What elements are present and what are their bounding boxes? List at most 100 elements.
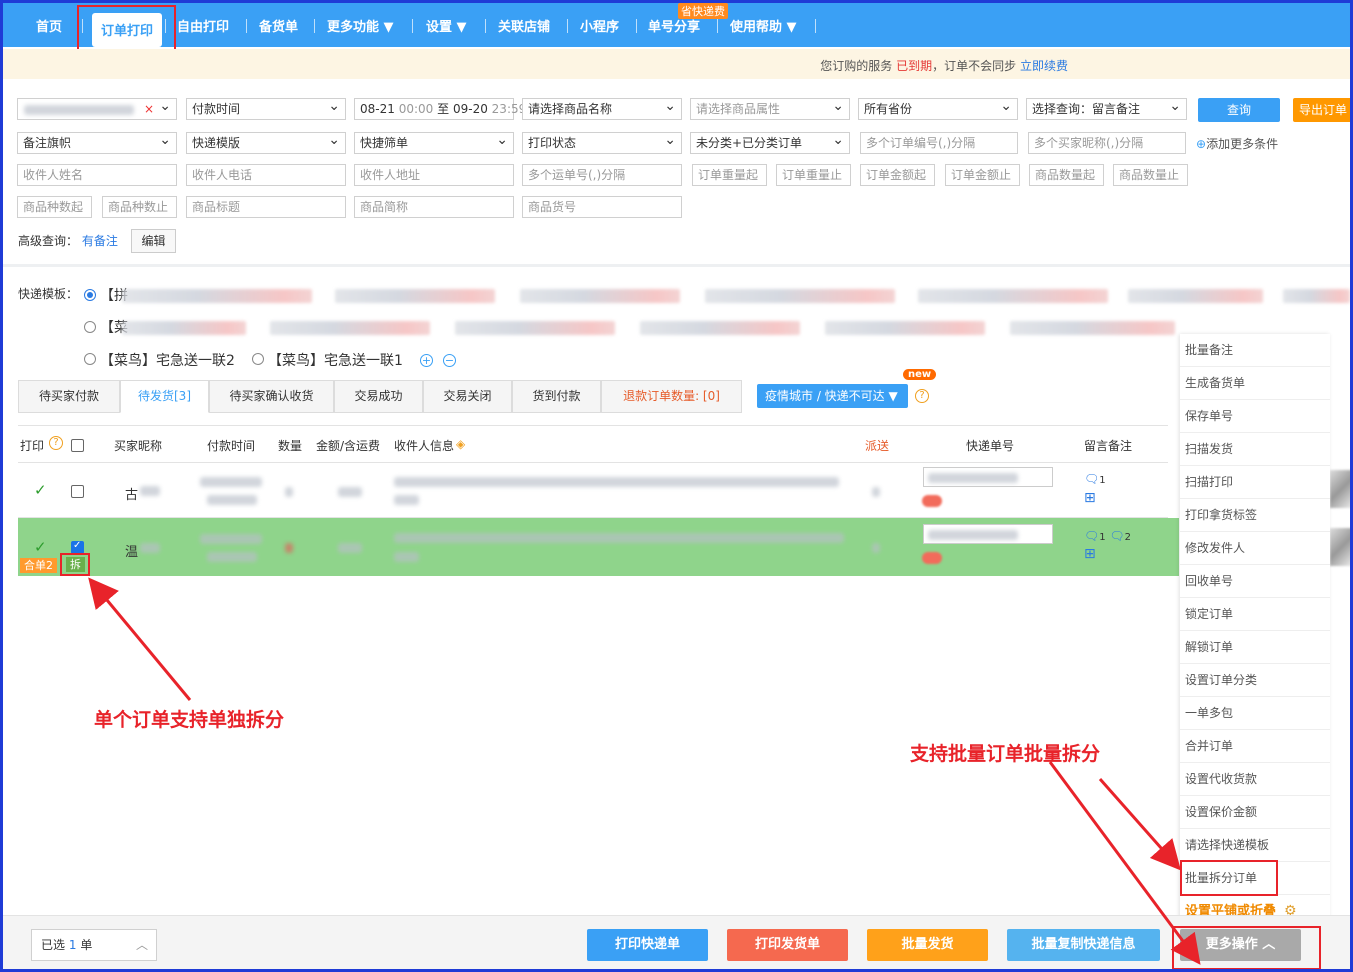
- template-option-blurred[interactable]: [270, 321, 430, 335]
- remark-flag-select[interactable]: 备注旗帜: [17, 132, 177, 154]
- advanced-edit-button[interactable]: 编辑: [131, 229, 176, 253]
- select-all-checkbox[interactable]: [71, 439, 84, 452]
- amount-from-input[interactable]: 订单金额起: [860, 164, 935, 186]
- waybill-numbers-input[interactable]: 多个运单号(,)分隔: [522, 164, 682, 186]
- receiver-address-input[interactable]: 收件人地址: [354, 164, 514, 186]
- clear-icon[interactable]: ×: [144, 99, 154, 119]
- menu-merge-orders[interactable]: 合并订单: [1180, 730, 1330, 763]
- tab-awaiting-shipment[interactable]: 待发货[3]: [120, 380, 209, 413]
- template-option-blurred[interactable]: [640, 321, 800, 335]
- menu-recycle-waybill[interactable]: 回收单号: [1180, 565, 1330, 598]
- tab-awaiting-confirmation[interactable]: 待买家确认收货: [209, 380, 334, 413]
- date-range-input[interactable]: 08-21 00:00 至 09-20 23:59: [354, 98, 526, 120]
- remark-icon[interactable]: 🗨1 🗨2: [1084, 529, 1131, 543]
- menu-set-cod[interactable]: 设置代收货款: [1180, 763, 1330, 796]
- print-help-icon[interactable]: ?: [49, 436, 63, 450]
- template-radio[interactable]: [84, 321, 96, 333]
- quantity-to-input[interactable]: 商品数量止: [1113, 164, 1188, 186]
- shop-select[interactable]: ×: [17, 98, 177, 120]
- nav-settings[interactable]: 设置 ▼: [426, 16, 467, 35]
- menu-print-pick-label[interactable]: 打印拿货标签: [1180, 499, 1330, 532]
- nav-home[interactable]: 首页: [36, 16, 62, 35]
- tab-cash-on-delivery[interactable]: 货到付款: [512, 380, 601, 413]
- nav-linked-shops[interactable]: 关联店铺: [498, 16, 550, 35]
- template-option-blurred[interactable]: [520, 289, 680, 303]
- weight-to-input[interactable]: 订单重量止: [776, 164, 851, 186]
- template-option-blurred[interactable]: [1283, 289, 1350, 303]
- template-option-blurred[interactable]: [705, 289, 895, 303]
- template-radio[interactable]: [252, 353, 264, 365]
- export-orders-button[interactable]: 导出订单: [1293, 98, 1353, 122]
- menu-lock-order[interactable]: 锁定订单: [1180, 598, 1330, 631]
- category-select[interactable]: 未分类+已分类订单: [690, 132, 850, 154]
- kinds-to-input[interactable]: 商品种数止: [102, 196, 177, 218]
- quantity-from-input[interactable]: 商品数量起: [1029, 164, 1104, 186]
- selected-count-box[interactable]: 已选 1 单 ︿: [31, 929, 157, 961]
- product-short-name-input[interactable]: 商品简称: [354, 196, 514, 218]
- row-checkbox[interactable]: [71, 485, 84, 498]
- order-ids-input[interactable]: 多个订单编号(,)分隔: [860, 132, 1018, 154]
- product-attr-select[interactable]: 请选择商品属性: [690, 98, 850, 120]
- nav-mini-program[interactable]: 小程序: [580, 16, 619, 35]
- template-radio-selected[interactable]: [84, 289, 96, 301]
- product-title-input[interactable]: 商品标题: [186, 196, 346, 218]
- nav-more-features[interactable]: 更多功能 ▼: [327, 16, 394, 35]
- amount-to-input[interactable]: 订单金额止: [945, 164, 1020, 186]
- add-more-conditions[interactable]: ⊕添加更多条件: [1196, 135, 1278, 152]
- receiver-phone-input[interactable]: 收件人电话: [186, 164, 346, 186]
- print-shipping-button[interactable]: 打印发货单: [727, 929, 848, 961]
- batch-ship-button[interactable]: 批量发货: [867, 929, 988, 961]
- more-operations-button[interactable]: 更多操作 ︿: [1180, 929, 1301, 961]
- menu-batch-remark[interactable]: 批量备注: [1180, 334, 1330, 367]
- menu-choose-template[interactable]: 请选择快递模板: [1180, 829, 1330, 862]
- express-template-select[interactable]: 快递模版: [186, 132, 346, 154]
- query-type-select[interactable]: 选择查询：留言备注: [1026, 98, 1187, 120]
- query-button[interactable]: 查询: [1198, 98, 1280, 122]
- product-name-select[interactable]: 请选择商品名称: [522, 98, 682, 120]
- menu-unlock-order[interactable]: 解锁订单: [1180, 631, 1330, 664]
- add-template-icon[interactable]: +: [420, 354, 433, 367]
- template-option-blurred[interactable]: [1010, 321, 1175, 335]
- weight-from-input[interactable]: 订单重量起: [692, 164, 767, 186]
- menu-set-insured[interactable]: 设置保价金额: [1180, 796, 1330, 829]
- template-option-blurred[interactable]: [918, 289, 1108, 303]
- remark-icon[interactable]: 🗨1: [1084, 472, 1106, 486]
- quick-filter-select[interactable]: 快捷筛单: [354, 132, 514, 154]
- advanced-query-value[interactable]: 有备注: [82, 234, 118, 248]
- template-option-blurred[interactable]: [1128, 289, 1263, 303]
- template-option-blurred[interactable]: [825, 321, 985, 335]
- menu-batch-split[interactable]: 批量拆分订单: [1180, 862, 1330, 895]
- template-radio[interactable]: [84, 353, 96, 365]
- template-option-zjs1[interactable]: 【菜鸟】宅急送一联1: [268, 350, 403, 370]
- tab-trade-success[interactable]: 交易成功: [334, 380, 423, 413]
- receiver-name-input[interactable]: 收件人姓名: [17, 164, 177, 186]
- template-option-blurred[interactable]: [455, 321, 615, 335]
- help-icon[interactable]: ?: [915, 389, 929, 403]
- province-select[interactable]: 所有省份: [858, 98, 1018, 120]
- row-checkbox-checked[interactable]: [71, 540, 84, 554]
- epidemic-city-button[interactable]: 疫情城市 / 快递不可达 ▼: [757, 384, 908, 408]
- menu-set-category[interactable]: 设置订单分类: [1180, 664, 1330, 697]
- kinds-from-input[interactable]: 商品种数起: [17, 196, 92, 218]
- nav-help[interactable]: 使用帮助 ▼: [730, 16, 797, 35]
- product-sku-input[interactable]: 商品货号: [522, 196, 682, 218]
- tab-refund-orders[interactable]: 退款订单数量: [0]: [601, 380, 742, 413]
- split-order-tag[interactable]: 拆: [66, 557, 85, 572]
- menu-scan-print[interactable]: 扫描打印: [1180, 466, 1330, 499]
- buyer-nicks-input[interactable]: 多个买家昵称(,)分隔: [1028, 132, 1186, 154]
- expand-icon[interactable]: ⊞: [1084, 546, 1096, 562]
- remove-template-icon[interactable]: −: [443, 354, 456, 367]
- nav-free-print[interactable]: 自由打印: [177, 16, 229, 35]
- nav-stock-list[interactable]: 备货单: [259, 16, 298, 35]
- expand-icon[interactable]: ⊞: [1084, 490, 1096, 506]
- pay-time-select[interactable]: 付款时间: [186, 98, 346, 120]
- tab-awaiting-payment[interactable]: 待买家付款: [18, 380, 120, 413]
- template-option-blurred[interactable]: [335, 289, 495, 303]
- menu-scan-ship[interactable]: 扫描发货: [1180, 433, 1330, 466]
- nav-order-print[interactable]: 订单打印: [92, 13, 162, 47]
- menu-generate-stock-list[interactable]: 生成备货单: [1180, 367, 1330, 400]
- menu-multi-package[interactable]: 一单多包: [1180, 697, 1330, 730]
- print-status-select[interactable]: 打印状态: [522, 132, 682, 154]
- renew-link[interactable]: 立即续费: [1020, 59, 1068, 73]
- menu-save-waybill[interactable]: 保存单号: [1180, 400, 1330, 433]
